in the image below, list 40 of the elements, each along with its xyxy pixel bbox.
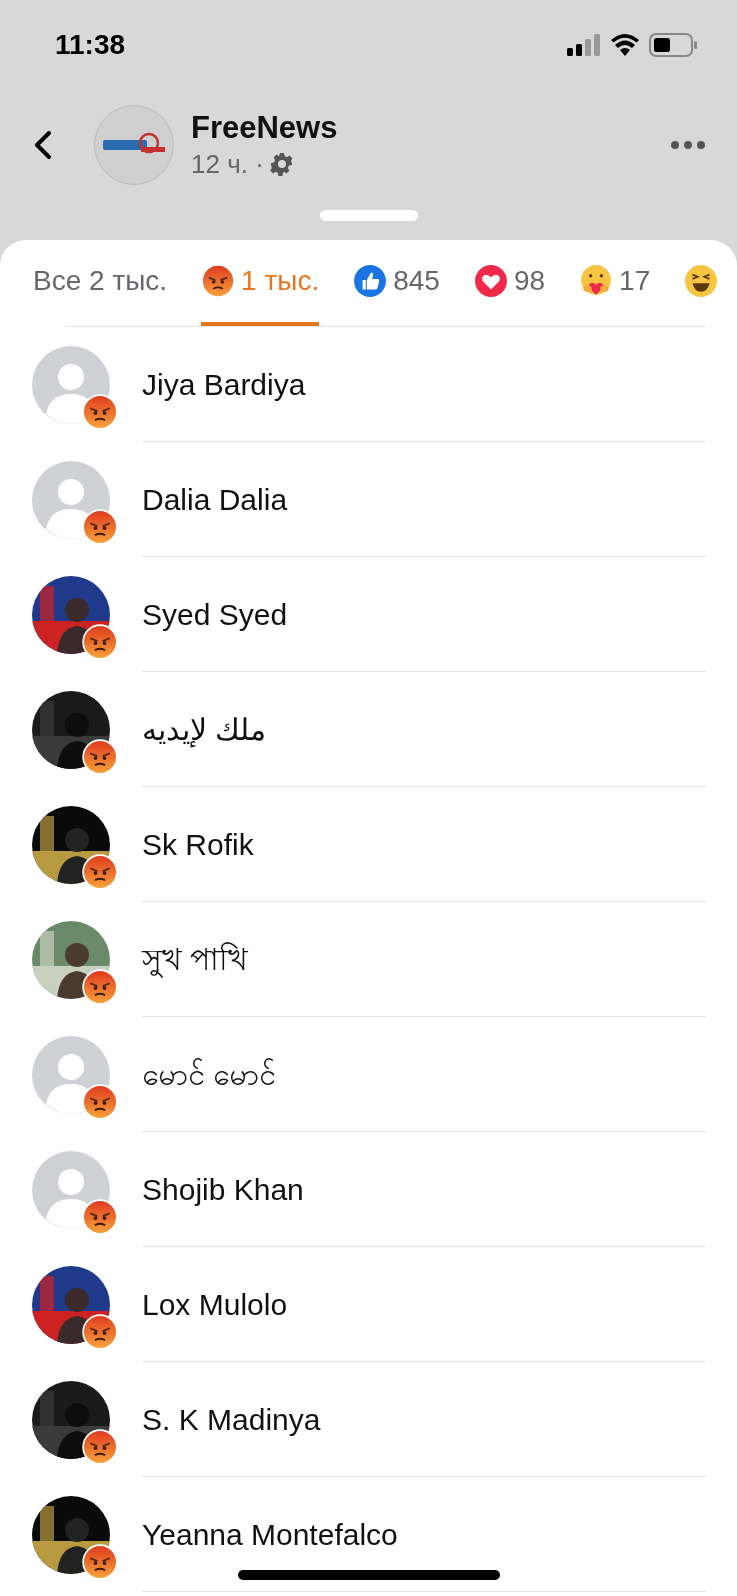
post-time: 12 ч. · <box>191 148 264 181</box>
person-name[interactable]: Dalia Dalia <box>142 476 288 522</box>
person-name[interactable]: Syed Syed <box>142 591 288 637</box>
laughing-face-icon <box>684 264 719 298</box>
person-name[interactable]: S. K Madinya <box>142 1396 321 1442</box>
person-name[interactable]: Sk Rofik <box>142 821 254 867</box>
settings-icon <box>269 152 294 176</box>
person-name[interactable]: Shojib Khan <box>142 1166 304 1212</box>
hugging-face-icon <box>579 264 614 298</box>
reaction-tab[interactable]: Все 2 тыс. <box>33 240 168 326</box>
person-name[interactable]: မောင် မောင် <box>142 1051 277 1097</box>
drag-handle[interactable] <box>319 210 418 221</box>
reaction-tab[interactable]: 98 <box>473 240 546 326</box>
person-name[interactable]: ملك لإيديه <box>142 706 267 752</box>
angry-reaction-icon <box>82 1313 118 1350</box>
person-name[interactable]: Jiya Bardiya <box>142 361 306 407</box>
person-name[interactable]: Yeanna Montefalco <box>142 1511 398 1557</box>
angry-reaction-icon <box>82 968 118 1005</box>
angry-face-icon <box>201 264 236 298</box>
back-icon[interactable] <box>32 129 54 161</box>
angry-reaction-icon <box>82 1543 118 1580</box>
angry-reaction-icon <box>82 623 118 660</box>
more-button[interactable] <box>671 140 705 150</box>
battery-icon <box>649 33 697 57</box>
angry-reaction-icon <box>82 508 118 545</box>
angry-reaction-icon <box>82 738 118 775</box>
person-name[interactable]: সুখ পাখি <box>142 936 249 982</box>
person-name[interactable]: Lox Mulolo <box>142 1281 288 1327</box>
wifi-icon <box>611 34 639 56</box>
angry-reaction-icon <box>82 1198 118 1235</box>
angry-reaction-icon <box>82 393 118 430</box>
status-time: 11:38 <box>55 28 126 62</box>
angry-reaction-icon <box>82 1083 118 1120</box>
reaction-tab[interactable]: 17 <box>579 240 651 326</box>
thumbs-up-icon <box>353 264 388 298</box>
reaction-tab[interactable]: 845 <box>353 240 440 326</box>
angry-reaction-icon <box>82 1428 118 1465</box>
page-name: FreeNews <box>191 109 338 147</box>
angry-reaction-icon <box>82 853 118 890</box>
signal-icon <box>567 34 601 56</box>
